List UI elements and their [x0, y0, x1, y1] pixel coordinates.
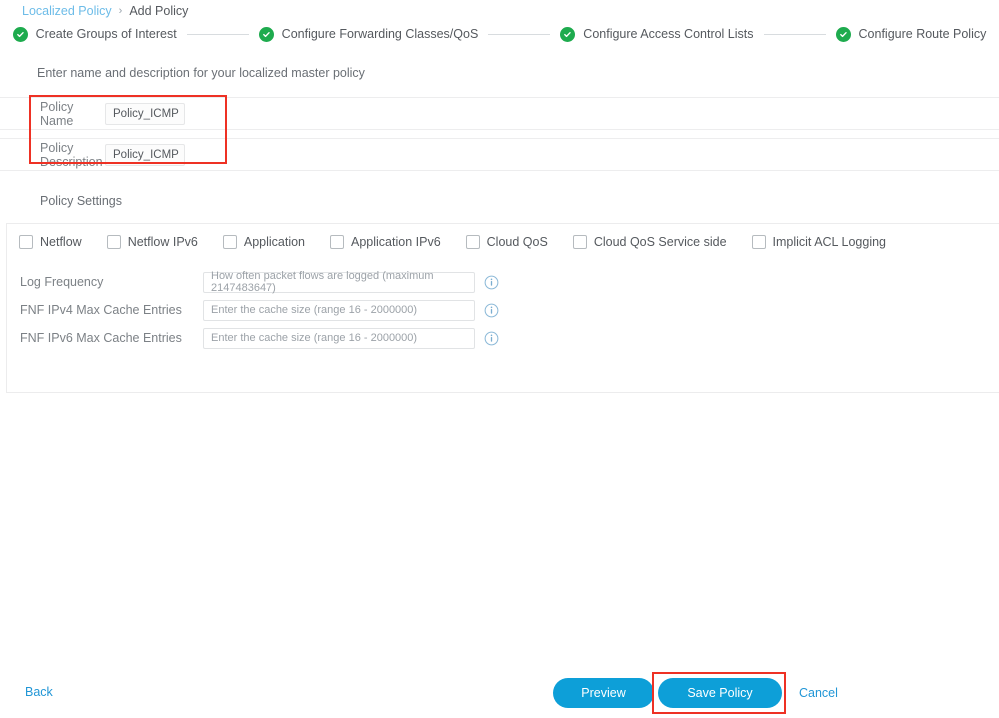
stepper-step[interactable]: Configure Access Control Lists: [560, 26, 754, 42]
back-link[interactable]: Back: [25, 685, 53, 699]
checkbox-label: Netflow IPv6: [127, 235, 198, 249]
policy-name-fields: Policy Name Policy_ICMP Policy Description…: [0, 97, 999, 171]
save-policy-button[interactable]: Save Policy: [658, 678, 782, 708]
policy-name-input[interactable]: Policy_ICMP: [105, 102, 185, 125]
footer-actions: Preview Save Policy Cancel: [553, 678, 838, 708]
settings-field-label: FNF IPv6 Max Cache Entries: [20, 331, 182, 345]
info-icon[interactable]: [484, 331, 499, 346]
breadcrumb: Localized Policy › Add Policy: [22, 2, 188, 20]
section-intro-text: Enter name and description for your loca…: [37, 66, 365, 80]
checkbox-label: Application IPv6: [351, 235, 441, 249]
stepper-step[interactable]: Configure Route Policy: [835, 26, 987, 42]
settings-field-row: FNF IPv6 Max Cache Entries Enter the cach…: [7, 324, 999, 352]
info-icon[interactable]: [484, 275, 499, 290]
settings-field-label: FNF IPv4 Max Cache Entries: [20, 303, 182, 317]
checkbox-label: Cloud QoS: [486, 235, 548, 249]
checkbox-item[interactable]: Cloud QoS: [465, 235, 548, 249]
policy-settings-field-group: Log Frequency How often packet flows are …: [7, 268, 999, 352]
checkbox-icon[interactable]: [572, 235, 587, 249]
check-circle-icon: [560, 26, 576, 42]
checkbox-icon[interactable]: [222, 235, 237, 249]
settings-field-input[interactable]: Enter the cache size (range 16 - 2000000…: [203, 327, 475, 349]
stepper-step-label: Configure Route Policy: [858, 27, 987, 41]
policy-description-input[interactable]: Policy_ICMP: [105, 143, 185, 166]
settings-field-input[interactable]: How often packet flows are logged (maxim…: [203, 270, 475, 294]
checkbox-item[interactable]: Application: [222, 235, 306, 249]
stepper-step[interactable]: Create Groups of Interest: [12, 26, 177, 42]
wizard-stepper: Create Groups of Interest Configure Forwa…: [0, 22, 999, 46]
checkbox-item[interactable]: Application IPv6: [330, 235, 441, 249]
stepper-connector: [186, 33, 249, 35]
stepper-step-label: Create Groups of Interest: [35, 27, 177, 41]
checkbox-label: Cloud QoS Service side: [593, 235, 727, 249]
stepper-connector: [488, 33, 551, 35]
checkbox-item[interactable]: Implicit ACL Logging: [751, 235, 887, 249]
cancel-link[interactable]: Cancel: [799, 686, 838, 700]
settings-field-label: Log Frequency: [20, 275, 104, 289]
policy-settings-title: Policy Settings: [40, 194, 122, 208]
policy-field-label: Policy Description: [40, 140, 103, 169]
policy-field-row: Policy Name Policy_ICMP: [0, 97, 999, 130]
checkbox-label: Implicit ACL Logging: [772, 235, 887, 249]
breadcrumb-current-add-policy: Add Policy: [129, 4, 189, 18]
checkbox-icon[interactable]: [19, 235, 33, 249]
policy-field-label: Policy Name: [40, 99, 74, 128]
check-circle-icon: [12, 26, 28, 42]
checkbox-item[interactable]: Cloud QoS Service side: [572, 235, 727, 249]
settings-field-row: Log Frequency How often packet flows are …: [7, 268, 999, 296]
stepper-step[interactable]: Configure Forwarding Classes/QoS: [258, 26, 479, 42]
row-gap: [0, 130, 999, 138]
stepper-connector: [763, 33, 826, 35]
checkbox-icon[interactable]: [330, 235, 345, 249]
policy-settings-checkbox-group: Netflow Netflow IPv6 Application Applicatio…: [19, 235, 911, 249]
policy-settings-panel: Netflow Netflow IPv6 Application Applicatio…: [6, 223, 999, 393]
settings-field-row: FNF IPv4 Max Cache Entries Enter the cach…: [7, 296, 999, 324]
checkbox-label: Application: [243, 235, 306, 249]
checkbox-label: Netflow: [40, 235, 82, 249]
chevron-right-icon: ›: [118, 4, 123, 17]
preview-button[interactable]: Preview: [553, 678, 654, 708]
breadcrumb-link-localized-policy[interactable]: Localized Policy: [22, 4, 112, 18]
checkbox-item[interactable]: Netflow IPv6: [106, 235, 198, 249]
settings-field-input[interactable]: Enter the cache size (range 16 - 2000000…: [203, 299, 475, 321]
stepper-step-label: Configure Forwarding Classes/QoS: [281, 27, 479, 41]
check-circle-icon: [835, 26, 851, 42]
check-circle-icon: [258, 26, 274, 42]
info-icon[interactable]: [484, 303, 499, 318]
checkbox-icon[interactable]: [106, 235, 121, 249]
checkbox-icon[interactable]: [751, 235, 766, 249]
checkbox-item[interactable]: Netflow: [19, 235, 82, 249]
policy-field-row: Policy Description Policy_ICMP: [0, 138, 999, 171]
stepper-step-label: Configure Access Control Lists: [583, 27, 754, 41]
checkbox-icon[interactable]: [465, 235, 480, 249]
